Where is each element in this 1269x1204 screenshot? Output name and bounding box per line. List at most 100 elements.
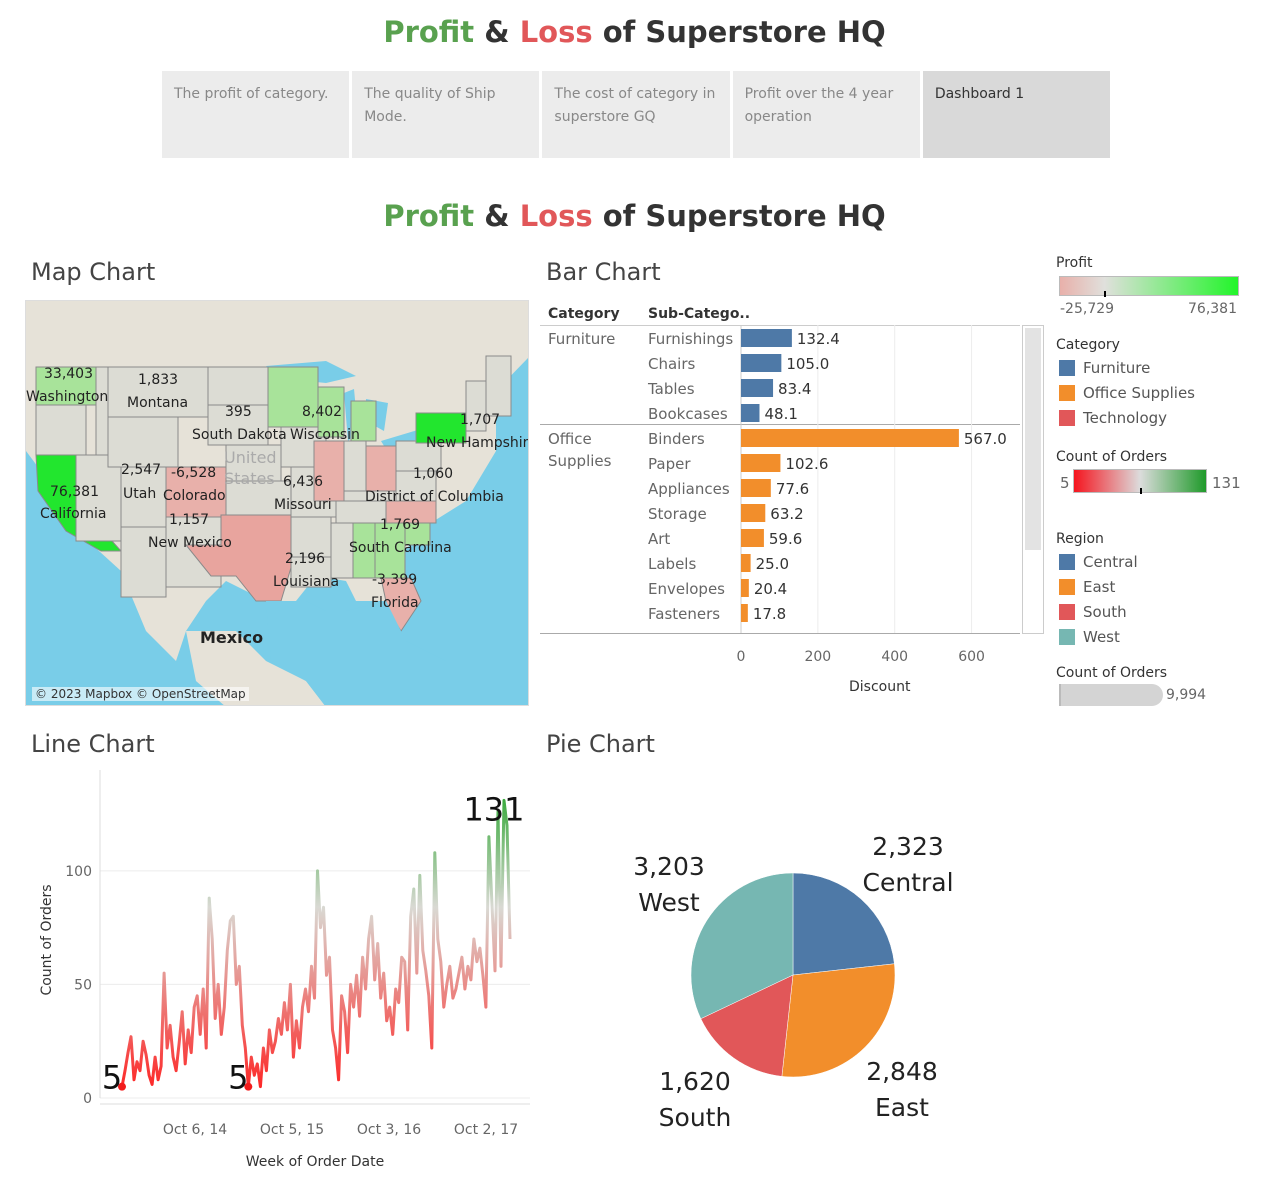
state-oregon[interactable]	[35, 404, 87, 456]
legend-label: Furniture	[1083, 359, 1151, 377]
legend-category-furniture[interactable]: Furniture	[1059, 359, 1150, 377]
bar-axis-tick: 200	[804, 649, 831, 665]
line-x-axis-title: Week of Order Date	[246, 1154, 384, 1170]
pie-name-label: South	[659, 1103, 732, 1132]
dashboard-title-loss-word: Loss	[519, 199, 593, 233]
bar-envelopes[interactable]	[741, 579, 749, 597]
bar-value-label: 48.1	[764, 405, 797, 423]
page-title: Profit & Loss of Superstore HQ	[0, 15, 1269, 49]
label-montana-value: 1,833	[138, 372, 179, 388]
bar-chairs[interactable]	[741, 354, 782, 372]
legend-profit-title: Profit	[1056, 255, 1093, 271]
bar-subcategory-label: Bookcases	[648, 405, 728, 423]
title-ampersand: &	[484, 15, 510, 49]
pie-chart-title: Pie Chart	[546, 730, 655, 758]
state-indiana[interactable]	[343, 440, 367, 492]
label-louisiana-value: 2,196	[285, 551, 326, 567]
pie-name-label: East	[875, 1093, 929, 1122]
bar-appliances[interactable]	[741, 479, 771, 497]
bar-tables[interactable]	[741, 379, 774, 397]
state-wyoming[interactable]	[107, 416, 179, 468]
bar-axis-tick: 0	[737, 649, 746, 665]
legend-orders-max: 131	[1212, 474, 1241, 492]
tab-profit-of-category[interactable]: The profit of category.	[162, 71, 350, 158]
title-rest: of Superstore HQ	[602, 15, 886, 49]
bar-value-label: 20.4	[754, 580, 787, 598]
label-new-hampshire-value: 1,707	[460, 412, 501, 428]
bar-art[interactable]	[741, 529, 764, 547]
map-chart[interactable]: 33,403 Washington 1,833 Montana 395 Sout…	[25, 300, 529, 706]
label-united: United	[224, 448, 277, 467]
bar-value-label: 105.0	[786, 355, 829, 373]
pie-value-label: 2,323	[872, 832, 944, 861]
legend-label: South	[1083, 603, 1127, 621]
bar-value-label: 63.2	[770, 505, 803, 523]
bar-storage[interactable]	[741, 504, 766, 522]
state-ohio[interactable]	[365, 445, 397, 492]
bar-value-label: 132.4	[797, 330, 840, 348]
bar-subcategory-label: Storage	[648, 505, 707, 523]
label-florida: Florida	[371, 595, 419, 611]
state-illinois[interactable]	[313, 440, 345, 502]
tab-profit-over-years[interactable]: Profit over the 4 year operation	[732, 71, 920, 158]
legend-region-title: Region	[1056, 531, 1104, 547]
label-california-value: 76,381	[50, 484, 99, 500]
legend-profit-max: 76,381	[1188, 301, 1237, 317]
label-wisconsin: Wisconsin	[290, 427, 360, 443]
tab-dashboard-1[interactable]: Dashboard 1	[922, 71, 1111, 158]
line-x-tick: Oct 5, 15	[260, 1122, 324, 1138]
tab-cost-of-category[interactable]: The cost of category in superstore GQ	[542, 71, 730, 158]
label-california: California	[40, 506, 107, 522]
legend-region-east[interactable]: East	[1059, 578, 1115, 596]
swatch-east	[1059, 579, 1075, 595]
bar-binders[interactable]	[741, 429, 959, 447]
legend-region-south[interactable]: South	[1059, 603, 1127, 621]
line-max-label: 131	[463, 790, 524, 828]
bar-value-label: 77.6	[776, 480, 809, 498]
line-series[interactable]	[120, 798, 512, 1089]
legend-region-west[interactable]: West	[1059, 628, 1120, 646]
pie-value-label: 2,848	[866, 1057, 938, 1086]
bar-subcategory-label: Art	[648, 530, 670, 548]
label-washington-value: 33,403	[44, 366, 93, 382]
label-missouri-value: 6,436	[283, 474, 324, 490]
legend-region-central[interactable]: Central	[1059, 553, 1138, 571]
line-y-tick: 100	[65, 864, 92, 880]
bar-fasteners[interactable]	[741, 604, 748, 622]
legend-orders-gradient[interactable]	[1073, 469, 1207, 494]
bar-scrollbar-track[interactable]	[1022, 325, 1044, 634]
state-idaho[interactable]	[95, 366, 109, 456]
bar-scrollbar-thumb[interactable]	[1025, 328, 1041, 550]
line-min-label: 5	[102, 1059, 122, 1097]
label-mexico: Mexico	[200, 628, 264, 647]
swatch-technology	[1059, 410, 1075, 426]
title-loss-word: Loss	[519, 15, 593, 49]
line-x-tick: Oct 3, 16	[357, 1122, 421, 1138]
legend-orders-marker	[1140, 488, 1142, 494]
label-florida-value: -3,399	[372, 572, 418, 588]
legend-category-office-supplies[interactable]: Office Supplies	[1059, 384, 1195, 402]
bar-paper[interactable]	[741, 454, 781, 472]
state-maine[interactable]	[485, 355, 512, 417]
legend-orders-size-shape[interactable]	[1059, 684, 1163, 706]
bar-labels[interactable]	[741, 554, 751, 572]
bar-furnishings[interactable]	[741, 329, 792, 347]
pie-name-label: West	[638, 888, 700, 917]
swatch-office-supplies	[1059, 385, 1075, 401]
bar-bookcases[interactable]	[741, 404, 760, 422]
legend-orders-title: Count of Orders	[1056, 449, 1168, 465]
label-new-mexico: New Mexico	[148, 535, 232, 551]
label-montana: Montana	[127, 395, 189, 411]
pie-chart-plot: 2,323 Central 2,848 East 1,620 South 3,203 West	[633, 832, 953, 1132]
tab-ship-mode-quality[interactable]: The quality of Ship Mode.	[352, 71, 540, 158]
state-north-dakota[interactable]	[207, 366, 269, 406]
label-south-carolina-value: 1,769	[380, 517, 421, 533]
bar-subcategory-label: Binders	[648, 430, 705, 448]
legend-category-technology[interactable]: Technology	[1059, 409, 1167, 427]
legend-label: West	[1083, 628, 1120, 646]
bar-chart-title: Bar Chart	[546, 258, 661, 286]
label-washington: Washington	[26, 389, 109, 405]
map-attribution[interactable]: © 2023 Mapbox © OpenStreetMap	[32, 687, 249, 701]
legend-profit-gradient[interactable]	[1059, 276, 1239, 297]
bar-value-label: 17.8	[753, 605, 786, 623]
